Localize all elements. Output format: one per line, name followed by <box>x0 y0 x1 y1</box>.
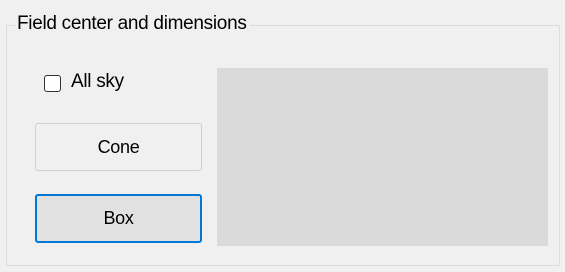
all-sky-label[interactable]: All sky <box>71 71 124 93</box>
groupbox-title: Field center and dimensions <box>15 13 250 35</box>
field-center-dimensions-panel: Field center and dimensions All sky Cone… <box>0 0 565 272</box>
all-sky-checkbox-row[interactable]: All sky <box>44 69 124 95</box>
field-preview-area <box>217 68 548 246</box>
cone-button[interactable]: Cone <box>35 123 202 171</box>
box-button[interactable]: Box <box>35 194 202 243</box>
all-sky-checkbox[interactable] <box>44 74 61 92</box>
